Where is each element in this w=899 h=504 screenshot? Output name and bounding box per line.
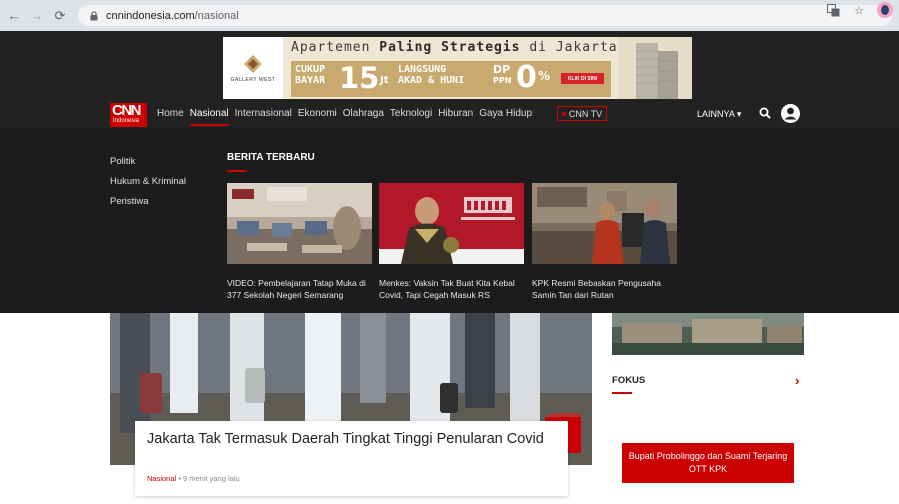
live-dot-icon [561,111,566,116]
logo-indonesia-text: Indonesia [113,118,140,124]
fokus-underline [612,392,632,394]
ad-zero: 0 [516,60,537,95]
ad-bayar: BAYAR [295,75,326,86]
news-card-thumbnail[interactable] [379,183,524,264]
ad-headline: Apartemen Paling Strategis di Jakarta Ba… [291,40,671,55]
nasional-mega-menu: Politik Hukum & Kriminal Peristiwa BERIT… [0,128,899,313]
headline-card[interactable]: Jakarta Tak Termasuk Daerah Tingkat Ting… [135,421,568,496]
ad-headline-pre: Apartemen [291,40,380,55]
url-path: /nasional [194,9,239,22]
fokus-promo-link[interactable]: Bupati Probolinggo dan Suami Terjaring O… [622,443,794,483]
news-card[interactable]: VIDEO: Pembelajaran Tatap Muka di 377 Se… [227,183,372,301]
nav-nasional[interactable]: Nasional [189,108,229,126]
search-icon[interactable] [759,107,771,119]
sub-link-politik[interactable]: Politik [110,156,186,167]
ad-langsung-text: LANGSUNG [398,64,447,75]
news-card[interactable]: Menkes: Vaksin Tak Buat Kita Kebal Covid… [379,183,524,301]
site-header: GALLERY WEST Apartemen Paling Strategis … [0,31,899,128]
nav-teknologi[interactable]: Teknologi [390,108,432,119]
sub-link-peristiwa[interactable]: Peristiwa [110,196,186,207]
chevron-right-icon[interactable]: › [795,373,799,388]
sidebar-image[interactable] [612,313,804,355]
news-card-caption[interactable]: KPK Resmi Bebaskan Pengusaha Samin Tan d… [532,277,677,301]
ad-headline-bold: Paling Strategis [379,40,521,55]
back-arrow-icon[interactable]: ← [5,7,23,25]
reload-icon[interactable]: ⟳ [51,7,69,25]
ad-dp-ppn: DP PPN [493,64,511,86]
news-card-thumbnail[interactable] [227,183,372,264]
ad-logo: GALLERY WEST [223,37,283,99]
ad-cta-button[interactable]: KLIK DI SINI [561,73,604,84]
nav-ekonomi[interactable]: Ekonomi [298,108,337,119]
ad-langsung: LANGSUNG AKAD & HUNI [398,64,464,86]
ad-akad-text: AKAD & HUNI [398,75,465,86]
news-card[interactable]: KPK Resmi Bebaskan Pengusaha Samin Tan d… [532,183,677,301]
ad-unit: Jt [380,75,389,86]
nav-internasional[interactable]: Internasional [235,108,292,119]
url-host: cnnindonesia.com [106,9,195,22]
cnn-indonesia-logo[interactable]: CNN Indonesia [110,103,147,127]
user-account-icon[interactable] [781,104,800,123]
ad-banner[interactable]: GALLERY WEST Apartemen Paling Strategis … [223,37,692,99]
ad-cukup-bayar: CUKUP BAYAR [295,64,325,86]
headline-title[interactable]: Jakarta Tak Termasuk Daerah Tingkat Ting… [147,429,547,449]
ad-building-image [618,37,692,99]
browser-toolbar: ← → ⟳ cnnindonesia.com/nasional ☆ [0,0,899,31]
berita-terbaru-underline [227,170,247,172]
headline-time: • 9 menit yang lalu [176,474,240,483]
ad-ppn: PPN [493,76,512,85]
gallery-west-logo-icon [244,54,262,73]
nav-home[interactable]: Home [157,108,184,119]
news-card-caption[interactable]: Menkes: Vaksin Tak Buat Kita Kebal Covid… [379,277,524,301]
berita-terbaru-heading: BERITA TERBARU [227,152,315,163]
nav-gaya-hidup[interactable]: Gaya Hidup [479,108,532,119]
translate-icon[interactable] [825,2,841,18]
main-navigation: CNN Indonesia Home Nasional Internasiona… [0,101,899,128]
ad-cukup: CUKUP [295,64,326,75]
cnn-tv-button[interactable]: CNN TV [557,106,607,121]
nav-hiburan[interactable]: Hiburan [438,108,473,119]
nav-olahraga[interactable]: Olahraga [343,108,384,119]
news-card-thumbnail[interactable] [532,183,677,264]
lainnya-dropdown[interactable]: LAINNYA ▾ [697,109,741,120]
profile-avatar-icon[interactable] [877,2,893,18]
ad-offer: CUKUP BAYAR 15 Jt LANGSUNG AKAD & HUNI DP P… [291,61,611,97]
bookmark-star-icon[interactable]: ☆ [851,2,867,18]
cnn-tv-label: CNN TV [568,108,603,119]
lock-icon [90,10,100,21]
cnn-indonesia-page: Jakarta Tak Termasuk Daerah Tingkat Ting… [0,31,899,504]
nasional-sub-links: Politik Hukum & Kriminal Peristiwa [110,156,186,207]
headline-meta: Nasional • 9 menit yang lalu [147,474,240,483]
ad-logo-name: GALLERY WEST [230,76,276,83]
address-bar[interactable]: cnnindonesia.com/nasional [78,5,892,26]
nav-links: Home Nasional Internasional Ekonomi Olah… [157,108,532,126]
url-text: cnnindonesia.com/nasional [106,10,239,22]
sub-link-hukum-kriminal[interactable]: Hukum & Kriminal [110,176,186,187]
headline-category[interactable]: Nasional [147,474,176,483]
forward-arrow-icon[interactable]: → [28,7,46,25]
logo-cnn-text: CNN [112,102,142,119]
ad-percent: % [538,69,551,83]
fokus-heading: FOKUS [612,375,646,386]
ad-amount: 15 [339,61,380,95]
ad-dp: DP [493,63,511,76]
news-card-caption[interactable]: VIDEO: Pembelajaran Tatap Muka di 377 Se… [227,277,372,301]
toolbar-icons: ☆ [825,2,893,18]
